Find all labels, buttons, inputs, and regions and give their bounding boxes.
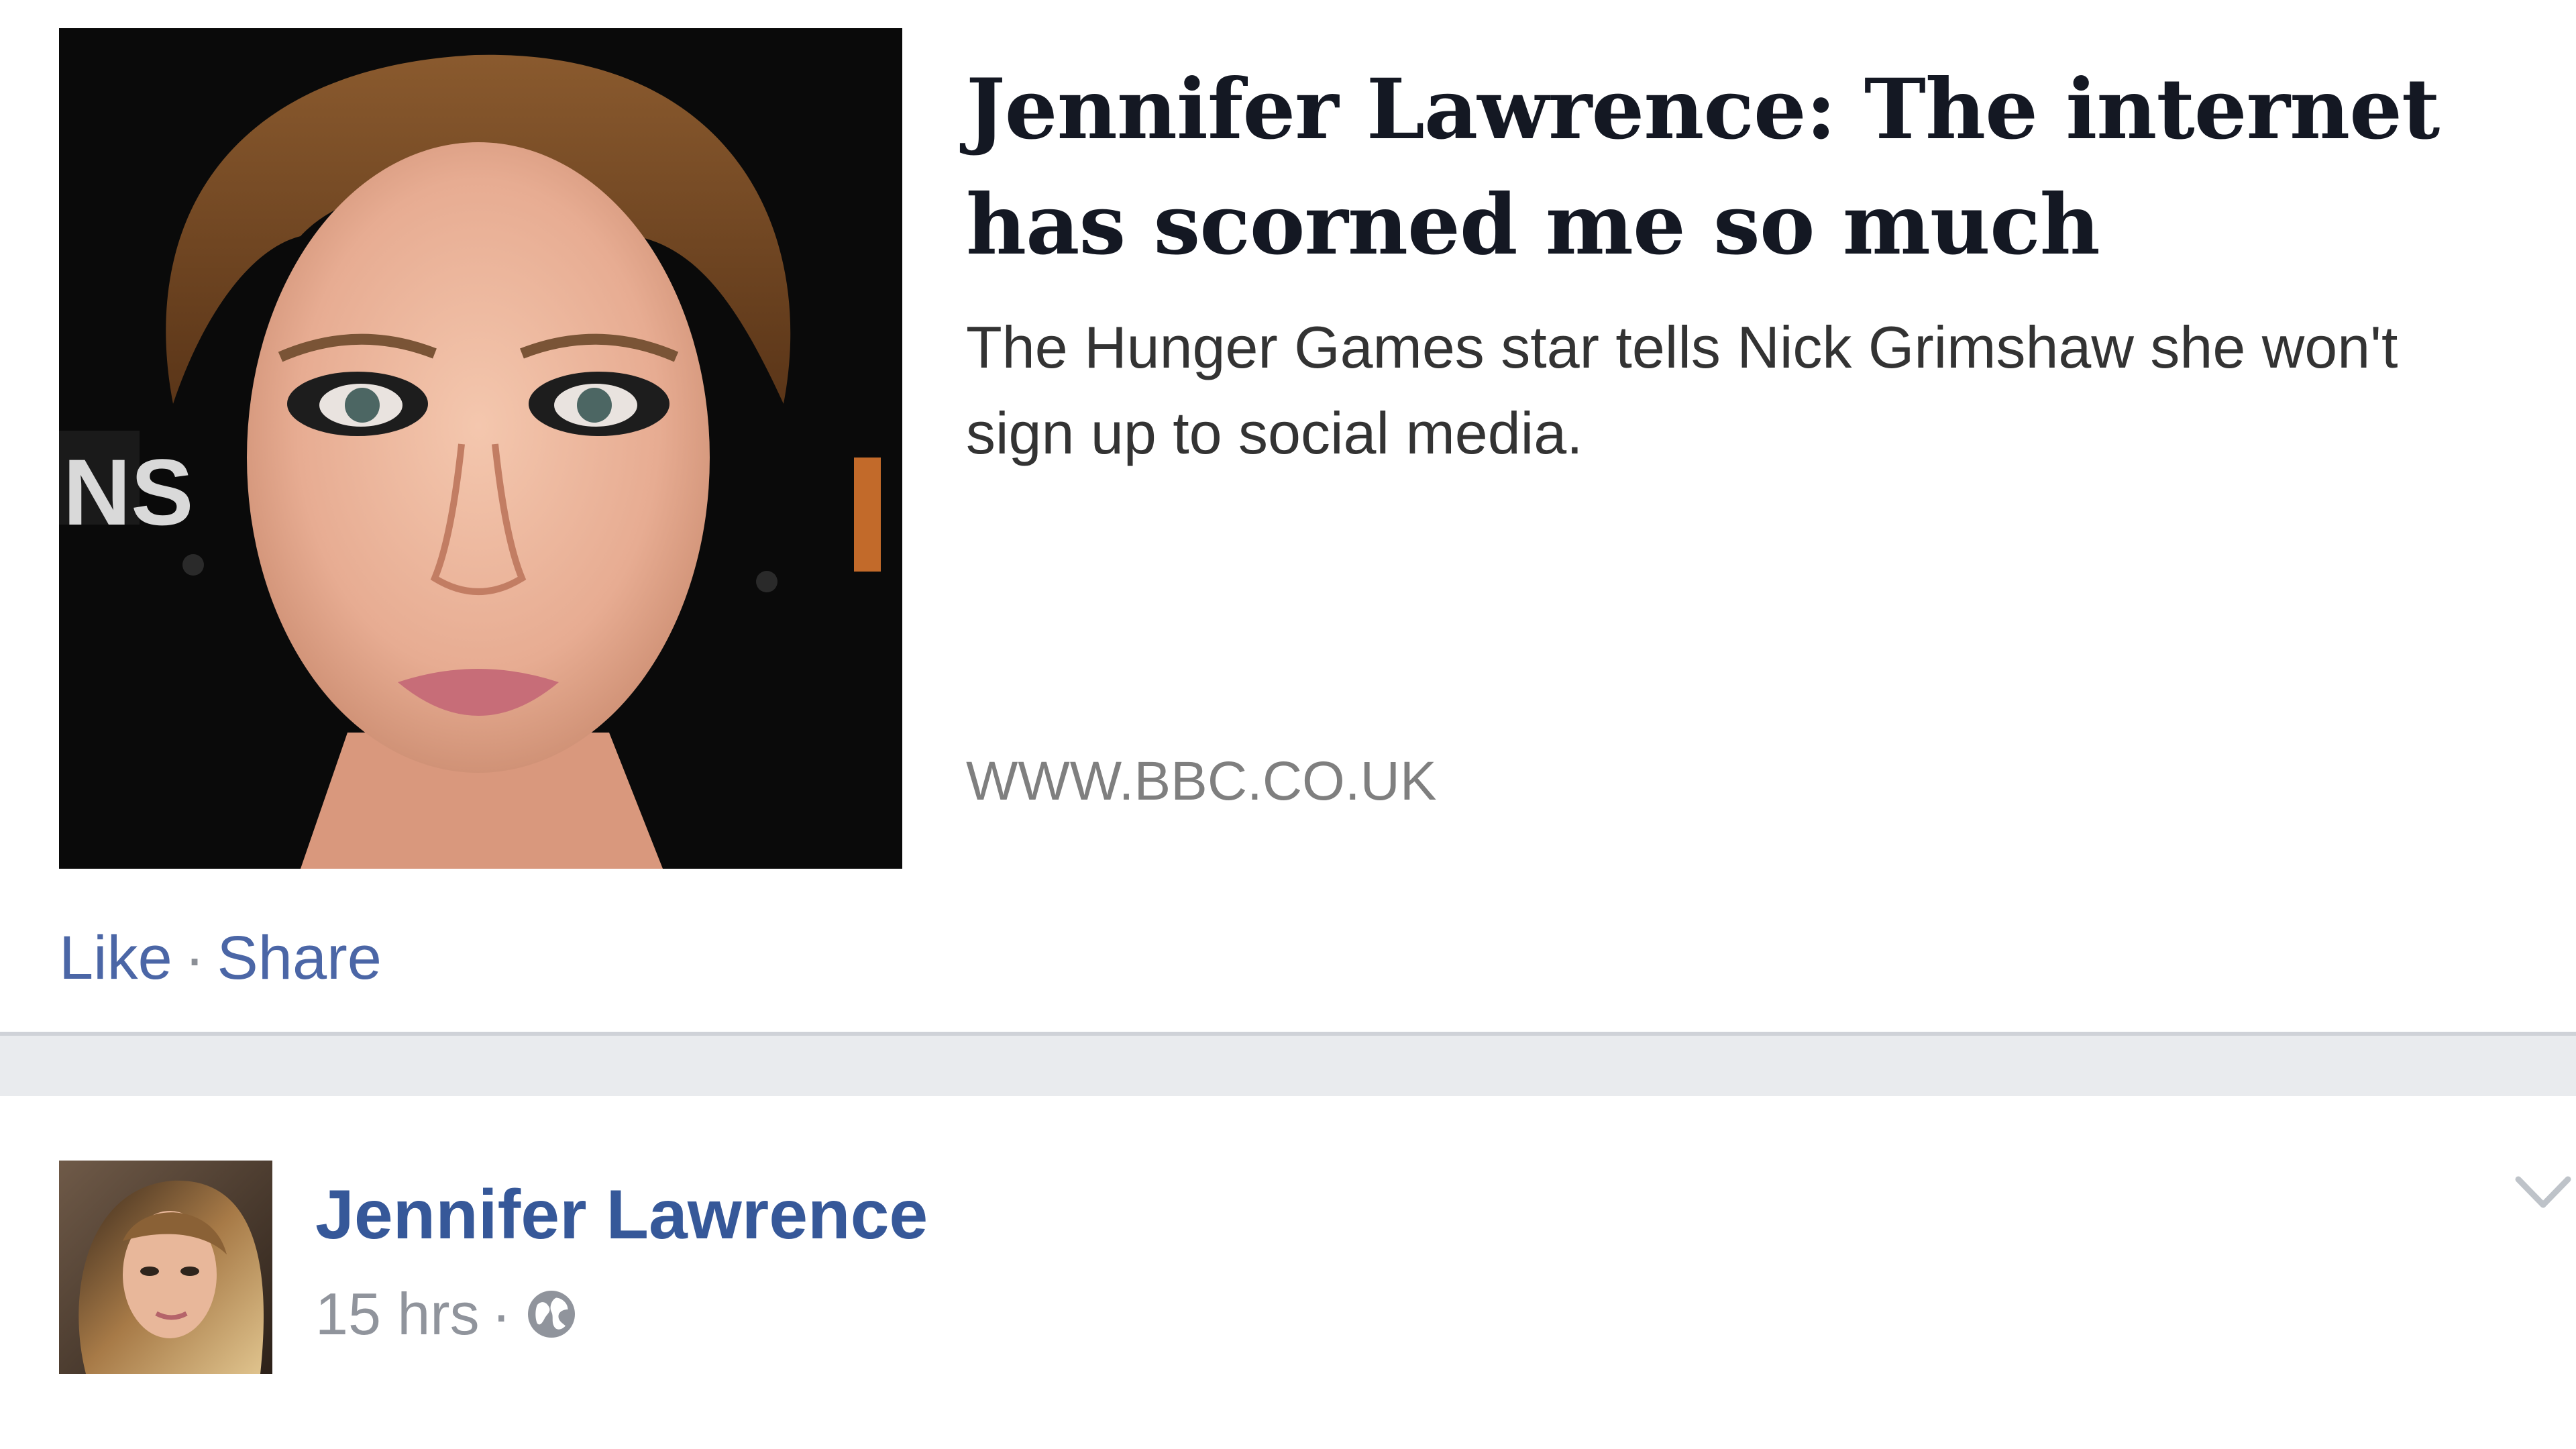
action-separator: · [184,924,205,992]
post-author-name[interactable]: Jennifer Lawrence [315,1175,928,1255]
meta-separator: · [491,1281,511,1347]
avatar[interactable] [59,1161,272,1374]
link-preview-title[interactable]: Jennifer Lawrence: The internet has scor… [966,52,2536,283]
feed-gap [0,1036,2576,1096]
post-timestamp[interactable]: 15 hrs [315,1280,480,1348]
facebook-feed: NS Jennifer Lawrence: The internet has s… [0,0,2576,1449]
profile-photo-icon [59,1161,272,1374]
chevron-down-icon[interactable] [2513,1170,2573,1217]
post-actions: Like · Share [59,923,382,994]
share-link[interactable]: Share [217,924,382,992]
like-link[interactable]: Like [59,924,172,992]
globe-icon[interactable] [523,1286,580,1342]
post-meta: 15 hrs · [315,1280,580,1348]
link-preview-domain[interactable]: WWW.BBC.CO.UK [966,750,1437,813]
portrait-photo-icon: NS [59,28,902,869]
link-preview-text[interactable]: Jennifer Lawrence: The internet has scor… [966,52,2536,476]
link-preview-description: The Hunger Games star tells Nick Grimsha… [966,314,2398,466]
svg-text:NS: NS [63,439,193,545]
link-preview-image[interactable]: NS [59,28,902,869]
